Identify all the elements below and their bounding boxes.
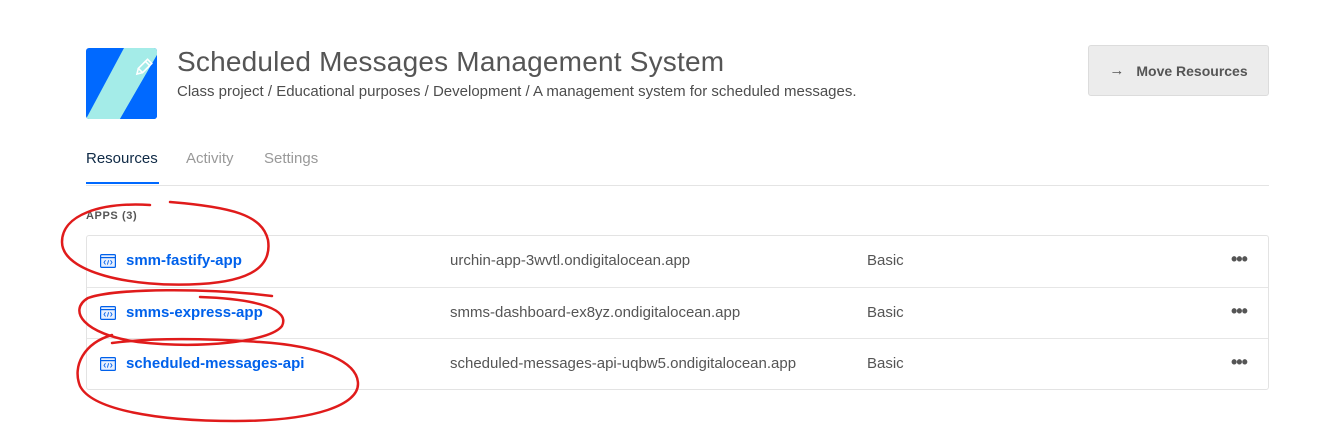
apps-table: smm-fastify-app urchin-app-3wvtl.ondigit… [86, 235, 1269, 390]
pencil-icon [86, 48, 157, 119]
app-url: urchin-app-3wvtl.ondigitalocean.app [450, 252, 691, 269]
tab-bar: Resources Activity Settings [86, 144, 1269, 186]
project-description: Class project / Educational purposes / D… [177, 83, 857, 100]
app-tier: Basic [867, 304, 904, 321]
move-resources-button[interactable]: → Move Resources [1088, 45, 1269, 96]
table-row: scheduled-messages-api scheduled-message… [87, 338, 1268, 390]
page-title: Scheduled Messages Management System [177, 46, 725, 77]
app-url: smms-dashboard-ex8yz.ondigitalocean.app [450, 304, 741, 321]
apps-section-label: APPS (3) [86, 210, 138, 222]
app-url: scheduled-messages-api-uqbw5.ondigitaloc… [450, 355, 797, 372]
app-name-link[interactable]: smms-express-app [126, 304, 263, 321]
app-window-icon [100, 306, 116, 320]
table-row: smm-fastify-app urchin-app-3wvtl.ondigit… [87, 236, 1268, 287]
table-row: smms-express-app smms-dashboard-ex8yz.on… [87, 287, 1268, 339]
tab-resources[interactable]: Resources [86, 150, 158, 167]
app-tier: Basic [867, 252, 904, 269]
arrow-right-icon: → [1109, 62, 1125, 79]
app-window-icon [100, 357, 116, 371]
more-options-icon[interactable]: ••• [1231, 250, 1253, 270]
more-options-icon[interactable]: ••• [1231, 353, 1253, 373]
project-header: Scheduled Messages Management System Cla… [86, 44, 1269, 124]
app-tier: Basic [867, 355, 904, 372]
project-icon [86, 48, 157, 119]
move-resources-label: Move Resources [1136, 62, 1248, 79]
active-tab-indicator [86, 182, 159, 184]
app-name-link[interactable]: scheduled-messages-api [126, 355, 304, 372]
app-window-icon [100, 254, 116, 268]
tab-settings[interactable]: Settings [264, 150, 318, 167]
more-options-icon[interactable]: ••• [1231, 302, 1253, 322]
tab-activity[interactable]: Activity [186, 150, 234, 167]
app-name-link[interactable]: smm-fastify-app [126, 252, 242, 269]
